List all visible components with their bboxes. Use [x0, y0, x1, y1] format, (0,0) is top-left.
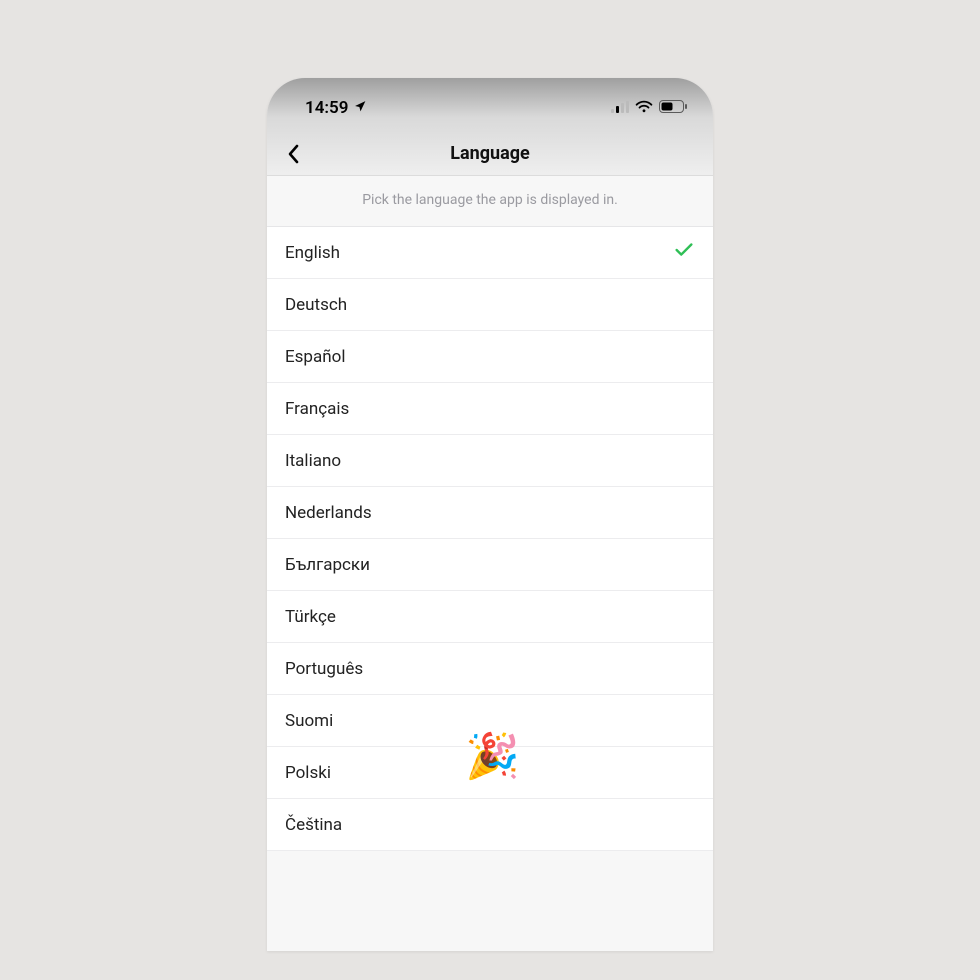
language-option[interactable]: Italiano — [267, 435, 713, 487]
nav-bar: Language — [267, 132, 713, 176]
language-label: Türkçe — [285, 607, 336, 627]
language-option[interactable]: English — [267, 227, 713, 279]
page-title: Language — [450, 143, 529, 164]
language-option[interactable]: Polski — [267, 747, 713, 799]
language-option[interactable]: Português — [267, 643, 713, 695]
language-label: English — [285, 243, 340, 263]
language-label: Español — [285, 347, 345, 367]
battery-icon — [659, 98, 687, 118]
status-time: 14:59 — [305, 98, 348, 118]
language-option[interactable]: Español — [267, 331, 713, 383]
language-label: Italiano — [285, 451, 341, 471]
language-option[interactable]: Čeština — [267, 799, 713, 851]
back-button[interactable] — [277, 138, 309, 170]
language-option[interactable]: Türkçe — [267, 591, 713, 643]
phone-frame: 14:59 — [267, 78, 713, 951]
language-label: Suomi — [285, 711, 333, 731]
location-icon — [354, 98, 367, 118]
language-option[interactable]: Nederlands — [267, 487, 713, 539]
wifi-icon — [635, 98, 653, 118]
language-label: Polski — [285, 763, 331, 783]
language-label: Български — [285, 555, 370, 575]
language-list: English Deutsch Español Français Italiano Ned… — [267, 227, 713, 851]
language-option[interactable]: Български — [267, 539, 713, 591]
cellular-icon — [611, 98, 629, 118]
language-label: Deutsch — [285, 295, 347, 315]
language-option[interactable]: Français — [267, 383, 713, 435]
status-right — [611, 98, 687, 118]
language-option[interactable]: Deutsch — [267, 279, 713, 331]
subheader-text: Pick the language the app is displayed i… — [267, 176, 713, 227]
language-label: Čeština — [285, 815, 342, 835]
list-footer-space — [267, 851, 713, 951]
status-left: 14:59 — [293, 98, 367, 118]
language-label: Português — [285, 659, 363, 679]
language-label: Nederlands — [285, 503, 372, 523]
chevron-left-icon — [286, 144, 300, 164]
checkmark-icon — [673, 239, 695, 266]
header-gradient: 14:59 — [267, 78, 713, 176]
status-bar: 14:59 — [267, 78, 713, 132]
language-option[interactable]: Suomi — [267, 695, 713, 747]
language-label: Français — [285, 399, 349, 419]
